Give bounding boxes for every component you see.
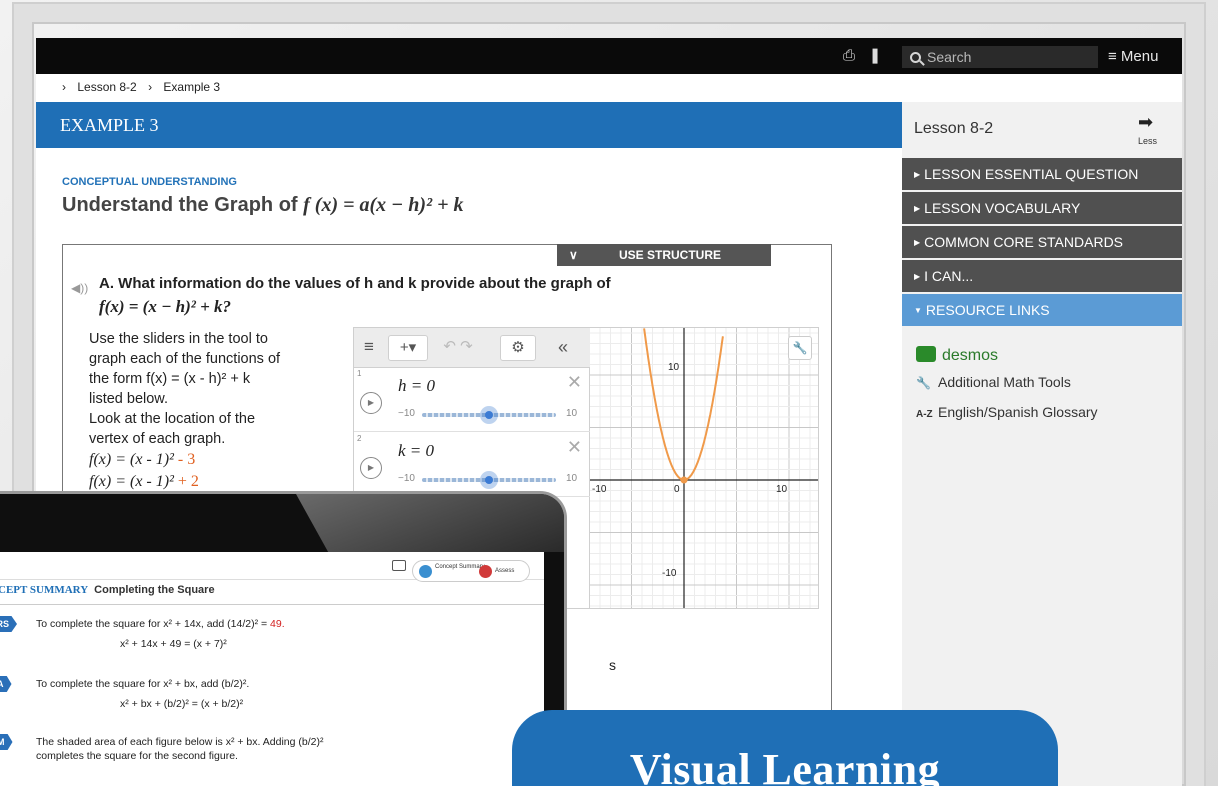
close-icon[interactable]: ✕	[567, 437, 582, 458]
concept-summary-icon[interactable]	[419, 565, 432, 578]
graph-area[interactable]: -10 0 10 10 -10 🔧	[590, 328, 818, 608]
caret-right-icon: ▶	[914, 272, 921, 281]
slider-equation[interactable]: k = 0	[398, 441, 434, 461]
breadcrumb-example[interactable]: Example 3	[163, 80, 220, 94]
breadcrumb: › Lesson 8-2 › Example 3	[62, 80, 228, 94]
close-icon[interactable]: ✕	[567, 372, 582, 393]
y-tick-label: -10	[662, 568, 677, 579]
example-header: EXAMPLE 3	[36, 102, 902, 148]
top-bar: ⎙ ❚ Search ≡ Menu	[36, 38, 1182, 74]
lesson-title-formula: f (x) = a(x − h)² + k	[303, 194, 464, 216]
tablet-glare	[296, 494, 564, 552]
play-icon[interactable]: ▶	[360, 392, 382, 414]
sidebar: Lesson 8-2 ➡ Less ▶ LESSON ESSENTIAL QUES…	[902, 102, 1182, 786]
collapse-arrow-icon[interactable]: ➡	[1138, 112, 1153, 133]
desmos-logo	[916, 346, 936, 362]
gear-icon[interactable]: ⚙	[500, 335, 536, 361]
row-tag: RAM	[0, 734, 13, 750]
print-icon[interactable]: ⎙	[840, 47, 858, 65]
function-item: f(x) = (x - 1)² - 3	[89, 451, 196, 468]
caret-right-icon: ▶	[914, 204, 921, 213]
x-tick-label: 10	[776, 484, 788, 495]
undo-redo-icon[interactable]: ↶ ↷	[438, 335, 478, 361]
glossary-link[interactable]: A-Z English/Spanish Glossary	[916, 404, 1098, 420]
visual-learning-banner: Visual Learning	[512, 710, 1058, 786]
desmos-toolbar: ≡ +▾ ↶ ↷ ⚙ «	[354, 328, 590, 368]
row-equation: x² + bx + (b/2)² = (x + b/2)²	[120, 698, 244, 710]
breadcrumb-chevron-icon: ›	[62, 80, 66, 94]
vertex-point[interactable]	[680, 476, 688, 484]
sidebar-item-standards[interactable]: ▶ COMMON CORE STANDARDS	[902, 226, 1182, 258]
expression-row[interactable]: 1 ▶ h = 0 ✕ −10 10	[354, 368, 590, 432]
breadcrumb-lesson[interactable]: Lesson 8-2	[77, 80, 136, 94]
assess-icon[interactable]	[479, 565, 492, 578]
expression-row[interactable]: 2 ▶ k = 0 ✕ −10 10	[354, 433, 590, 497]
x-tick-label: -10	[592, 484, 607, 495]
wrench-icon: 🔧	[916, 376, 931, 390]
collapse-icon[interactable]: «	[550, 335, 576, 361]
y-tick-label: 10	[668, 362, 680, 373]
tablet-topbar: Concept Summary Assess	[0, 552, 544, 582]
sidebar-item-essential-question[interactable]: ▶ LESSON ESSENTIAL QUESTION	[902, 158, 1182, 190]
slider-handle[interactable]	[480, 471, 498, 489]
concept-assess-pill: Concept Summary Assess	[412, 560, 530, 582]
menu-button[interactable]: ≡ Menu	[1108, 46, 1158, 68]
less-button[interactable]: Less	[1138, 136, 1157, 146]
function-item: f(x) = (x - 1)² + 2	[89, 473, 199, 490]
slider-equation[interactable]: h = 0	[398, 376, 435, 396]
x-tick-label: 0	[674, 484, 680, 495]
search-icon	[910, 52, 921, 63]
math-tools-link[interactable]: 🔧 Additional Math Tools	[916, 374, 1071, 390]
add-item-button[interactable]: +▾	[388, 335, 428, 361]
wrench-icon[interactable]: 🔧	[788, 336, 812, 360]
row-tag: BRA	[0, 676, 12, 692]
breadcrumb-chevron-icon: ›	[148, 80, 153, 94]
chevron-down-icon: ∨	[569, 248, 578, 262]
row-equation: x² + 14x + 49 = (x + 7)²	[120, 638, 227, 650]
sidebar-item-i-can[interactable]: ▶ I CAN...	[902, 260, 1182, 292]
concept-summary-label[interactable]: Concept Summary	[435, 564, 485, 571]
sidebar-item-vocabulary[interactable]: ▶ LESSON VOCABULARY	[902, 192, 1182, 224]
laptop-icon[interactable]	[392, 560, 406, 571]
assess-label[interactable]: Assess	[495, 568, 514, 574]
row-text: To complete the square for x² + 14x, add…	[36, 618, 285, 630]
caret-right-icon: ▶	[914, 170, 921, 179]
row-text: The shaded area of each figure below is …	[36, 736, 324, 748]
stray-text: s	[609, 657, 616, 673]
question-formula: f(x) = (x − h)² + k?	[99, 297, 232, 316]
audio-icon[interactable]: ◀))	[71, 281, 88, 295]
concept-summary-title: CEPT SUMMARY Completing the Square	[0, 584, 215, 596]
concept-label: CONCEPTUAL UNDERSTANDING	[62, 176, 237, 188]
grid	[590, 328, 818, 608]
play-icon[interactable]: ▶	[360, 457, 382, 479]
row-text: completes the square for the second figu…	[36, 750, 238, 762]
slider-handle[interactable]	[480, 406, 498, 424]
sidebar-item-resource-links[interactable]: ▼ RESOURCE LINKS	[902, 294, 1182, 326]
bookmark-icon[interactable]: ❚	[866, 47, 884, 65]
row-text: To complete the square for x² + bx, add …	[36, 678, 250, 690]
glossary-icon: A-Z	[916, 409, 933, 420]
search-input[interactable]: Search	[902, 46, 1098, 68]
caret-right-icon: ▶	[914, 238, 921, 247]
graph-svg: -10 0 10 10 -10	[590, 328, 818, 608]
row-tag: BERS	[0, 616, 18, 632]
caret-down-icon: ▼	[914, 306, 922, 315]
use-structure-toggle[interactable]: ∨ USE STRUCTURE	[557, 244, 771, 266]
tablet-device: Concept Summary Assess CEPT SUMMARY Compl…	[0, 494, 564, 786]
question-text: A. What information do the values of h a…	[99, 275, 611, 292]
hamburger-icon[interactable]: ≡	[358, 335, 380, 361]
divider	[0, 604, 544, 605]
lesson-title: Understand the Graph of f (x) = a(x − h)…	[62, 194, 464, 216]
desmos-link[interactable]: desmos	[916, 344, 998, 365]
tablet-screen: Concept Summary Assess CEPT SUMMARY Compl…	[0, 552, 544, 786]
sidebar-lesson-title: Lesson 8-2	[914, 120, 994, 137]
instructions: Use the sliders in the tool to graph eac…	[89, 331, 281, 447]
